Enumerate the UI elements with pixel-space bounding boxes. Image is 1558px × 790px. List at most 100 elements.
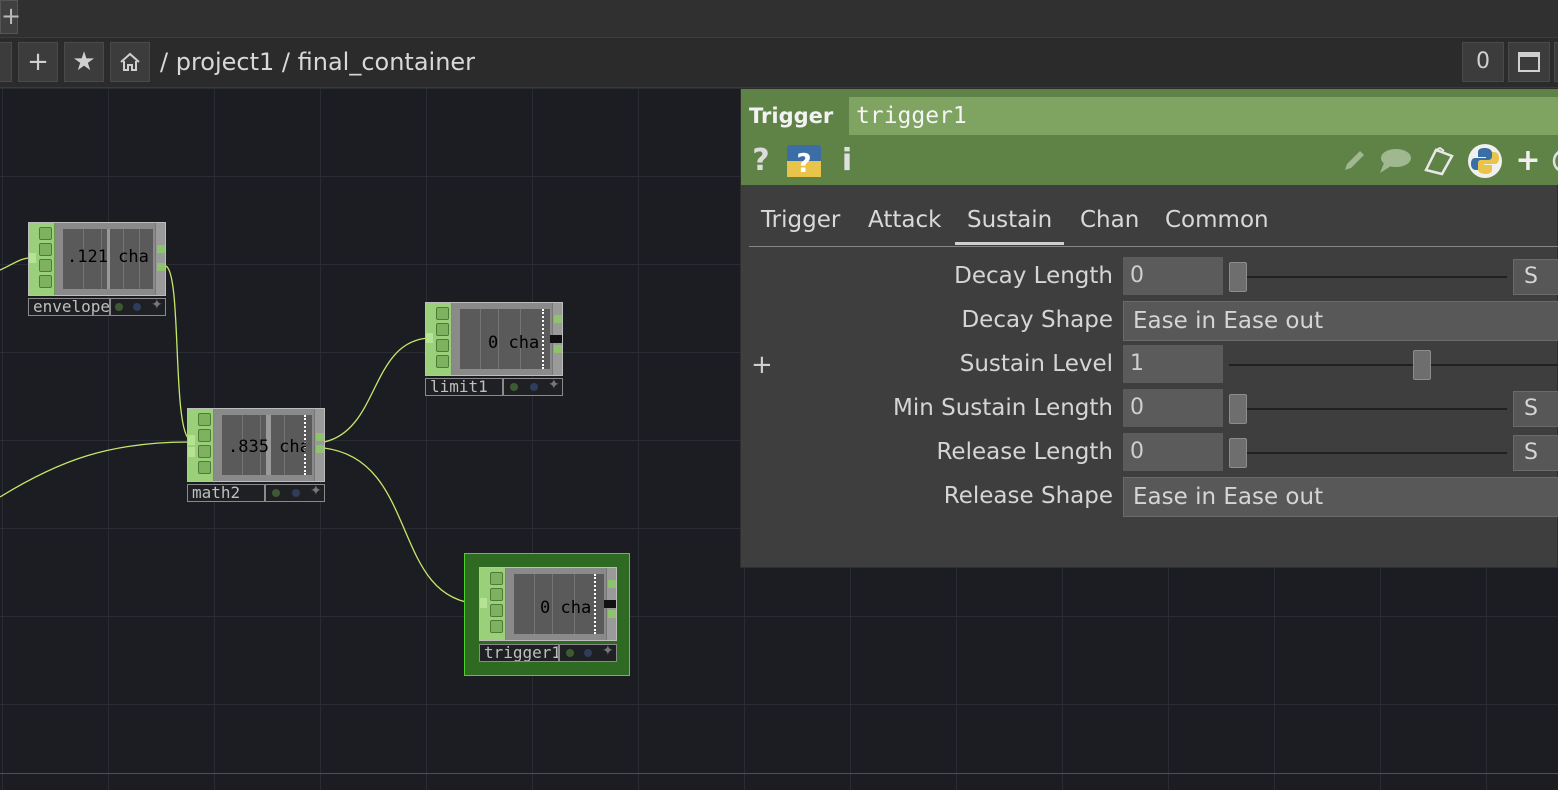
- back-arrow-button[interactable]: ›: [0, 42, 12, 82]
- output-connector[interactable]: [604, 600, 616, 608]
- slider-track-release-length[interactable]: [1229, 452, 1507, 454]
- input-connector[interactable]: [480, 598, 487, 608]
- slider-handle-min-sustain-length[interactable]: [1229, 394, 1247, 424]
- node-status-icons: ✦: [265, 483, 325, 502]
- input-connector[interactable]: [188, 435, 195, 445]
- bypass-flag-icon[interactable]: [490, 588, 503, 601]
- node-math2[interactable]: .835 char math2 ✦: [187, 408, 327, 504]
- lock-flag-icon[interactable]: [198, 461, 211, 474]
- slider-track-decay-length[interactable]: [1229, 276, 1507, 278]
- node-limit1[interactable]: 0 cha limit1 ✦: [425, 302, 565, 398]
- lock-flag-icon[interactable]: [436, 355, 449, 368]
- bypass-flag-icon[interactable]: [198, 429, 211, 442]
- python-button[interactable]: [1467, 143, 1503, 179]
- bypass-flag-icon[interactable]: [39, 243, 52, 256]
- output-connector[interactable]: [316, 445, 324, 453]
- slider-track-sustain-level[interactable]: [1229, 364, 1558, 366]
- slider-handle-release-length[interactable]: [1229, 438, 1247, 468]
- add-icon[interactable]: ✦: [310, 483, 322, 499]
- node-name-label[interactable]: envelope1: [28, 298, 110, 316]
- bypass-flag-icon[interactable]: [436, 323, 449, 336]
- display-flag-icon[interactable]: [490, 604, 503, 617]
- node-body[interactable]: 0 cha: [479, 567, 617, 641]
- pane-tab-bar: +: [0, 0, 1558, 38]
- input-connector[interactable]: [426, 333, 433, 343]
- viewer-flag-icon[interactable]: [490, 572, 503, 585]
- operator-count: 0: [1462, 42, 1504, 82]
- display-flag-icon[interactable]: [39, 259, 52, 272]
- unit-button-decay-length[interactable]: S: [1513, 259, 1558, 295]
- new-pane-tab-button[interactable]: +: [0, 0, 21, 34]
- comment-button[interactable]: [1377, 143, 1413, 179]
- display-flag-icon[interactable]: [436, 339, 449, 352]
- output-connector[interactable]: [608, 610, 616, 618]
- viewer-dot-icon: [584, 649, 592, 657]
- channel-readout: 0 cha: [540, 598, 592, 618]
- tab-attack[interactable]: Attack: [868, 207, 941, 233]
- param-menu-decay-shape[interactable]: Ease in Ease out: [1123, 301, 1558, 341]
- node-envelope1[interactable]: .121 char envelope1 ✦: [28, 222, 168, 318]
- output-connector[interactable]: [316, 433, 324, 441]
- add-icon[interactable]: ✦: [548, 377, 560, 393]
- output-connector[interactable]: [550, 335, 562, 343]
- tab-common[interactable]: Common: [1165, 207, 1269, 233]
- node-name-label[interactable]: math2: [187, 484, 265, 502]
- grid-boundary-line: [0, 773, 1558, 774]
- input-connector[interactable]: [29, 253, 36, 263]
- node-name-label[interactable]: trigger1: [479, 644, 559, 662]
- param-menu-release-shape[interactable]: Ease in Ease out: [1123, 477, 1558, 517]
- viewer-dot-icon: [292, 489, 300, 497]
- lock-flag-icon[interactable]: [39, 275, 52, 288]
- node-body[interactable]: .835 char: [187, 408, 325, 482]
- edit-pencil-button[interactable]: [1339, 143, 1369, 179]
- input-connector[interactable]: [188, 447, 195, 457]
- output-connector[interactable]: [554, 315, 562, 323]
- add-icon[interactable]: +: [1513, 143, 1543, 179]
- node-flags-strip: [480, 568, 506, 640]
- node-trigger1-selected[interactable]: 0 cha trigger1 ✦: [464, 553, 630, 676]
- lock-flag-icon[interactable]: [490, 620, 503, 633]
- viewer-flag-icon[interactable]: [436, 307, 449, 320]
- tab-trigger[interactable]: Trigger: [761, 207, 840, 233]
- output-connector[interactable]: [157, 263, 165, 271]
- add-icon[interactable]: ✦: [151, 297, 163, 313]
- more-options-icon[interactable]: [1551, 143, 1558, 179]
- output-connector[interactable]: [157, 245, 165, 253]
- cook-dot-icon: [510, 383, 518, 391]
- add-operator-button[interactable]: +: [18, 42, 58, 82]
- operator-name-field[interactable]: trigger1: [849, 97, 1558, 135]
- info-icon[interactable]: i: [837, 143, 857, 179]
- output-connector[interactable]: [554, 345, 562, 353]
- tab-chan[interactable]: Chan: [1080, 207, 1139, 233]
- node-body[interactable]: 0 cha: [425, 302, 563, 376]
- slider-handle-decay-length[interactable]: [1229, 262, 1247, 292]
- clipboard-button[interactable]: [1421, 143, 1457, 179]
- param-field-decay-length[interactable]: 0: [1123, 257, 1223, 295]
- parameter-page-tabs: Trigger Attack Sustain Chan Common: [749, 203, 1558, 247]
- network-path[interactable]: / project1 / final_container: [160, 48, 475, 76]
- display-flag-icon[interactable]: [198, 445, 211, 458]
- home-button[interactable]: [110, 42, 150, 82]
- param-field-sustain-level[interactable]: 1: [1123, 345, 1223, 383]
- parameter-dialog: Trigger trigger1 ? ? i + Trigger Attack …: [740, 88, 1558, 568]
- viewer-flag-icon[interactable]: [39, 227, 52, 240]
- help-icon[interactable]: ?: [749, 143, 773, 179]
- node-flags-strip: [426, 303, 452, 375]
- pane-edge: [1554, 42, 1558, 82]
- operator-type-label: Trigger: [749, 104, 834, 128]
- viewer-flag-icon[interactable]: [198, 413, 211, 426]
- python-help-button[interactable]: ?: [785, 143, 823, 179]
- unit-button-release-length[interactable]: S: [1513, 435, 1558, 471]
- maximize-pane-button[interactable]: [1508, 42, 1550, 82]
- unit-button-min-sustain-length[interactable]: S: [1513, 391, 1558, 427]
- param-field-min-sustain-length[interactable]: 0: [1123, 389, 1223, 427]
- favorites-star-button[interactable]: ★: [64, 42, 104, 82]
- node-name-label[interactable]: limit1: [425, 378, 503, 396]
- add-icon[interactable]: ✦: [602, 643, 614, 659]
- param-field-release-length[interactable]: 0: [1123, 433, 1223, 471]
- tab-sustain[interactable]: Sustain: [954, 207, 1065, 245]
- node-body[interactable]: .121 char: [28, 222, 166, 296]
- slider-handle-sustain-level[interactable]: [1413, 350, 1431, 380]
- slider-track-min-sustain-length[interactable]: [1229, 408, 1507, 410]
- output-connector[interactable]: [608, 580, 616, 588]
